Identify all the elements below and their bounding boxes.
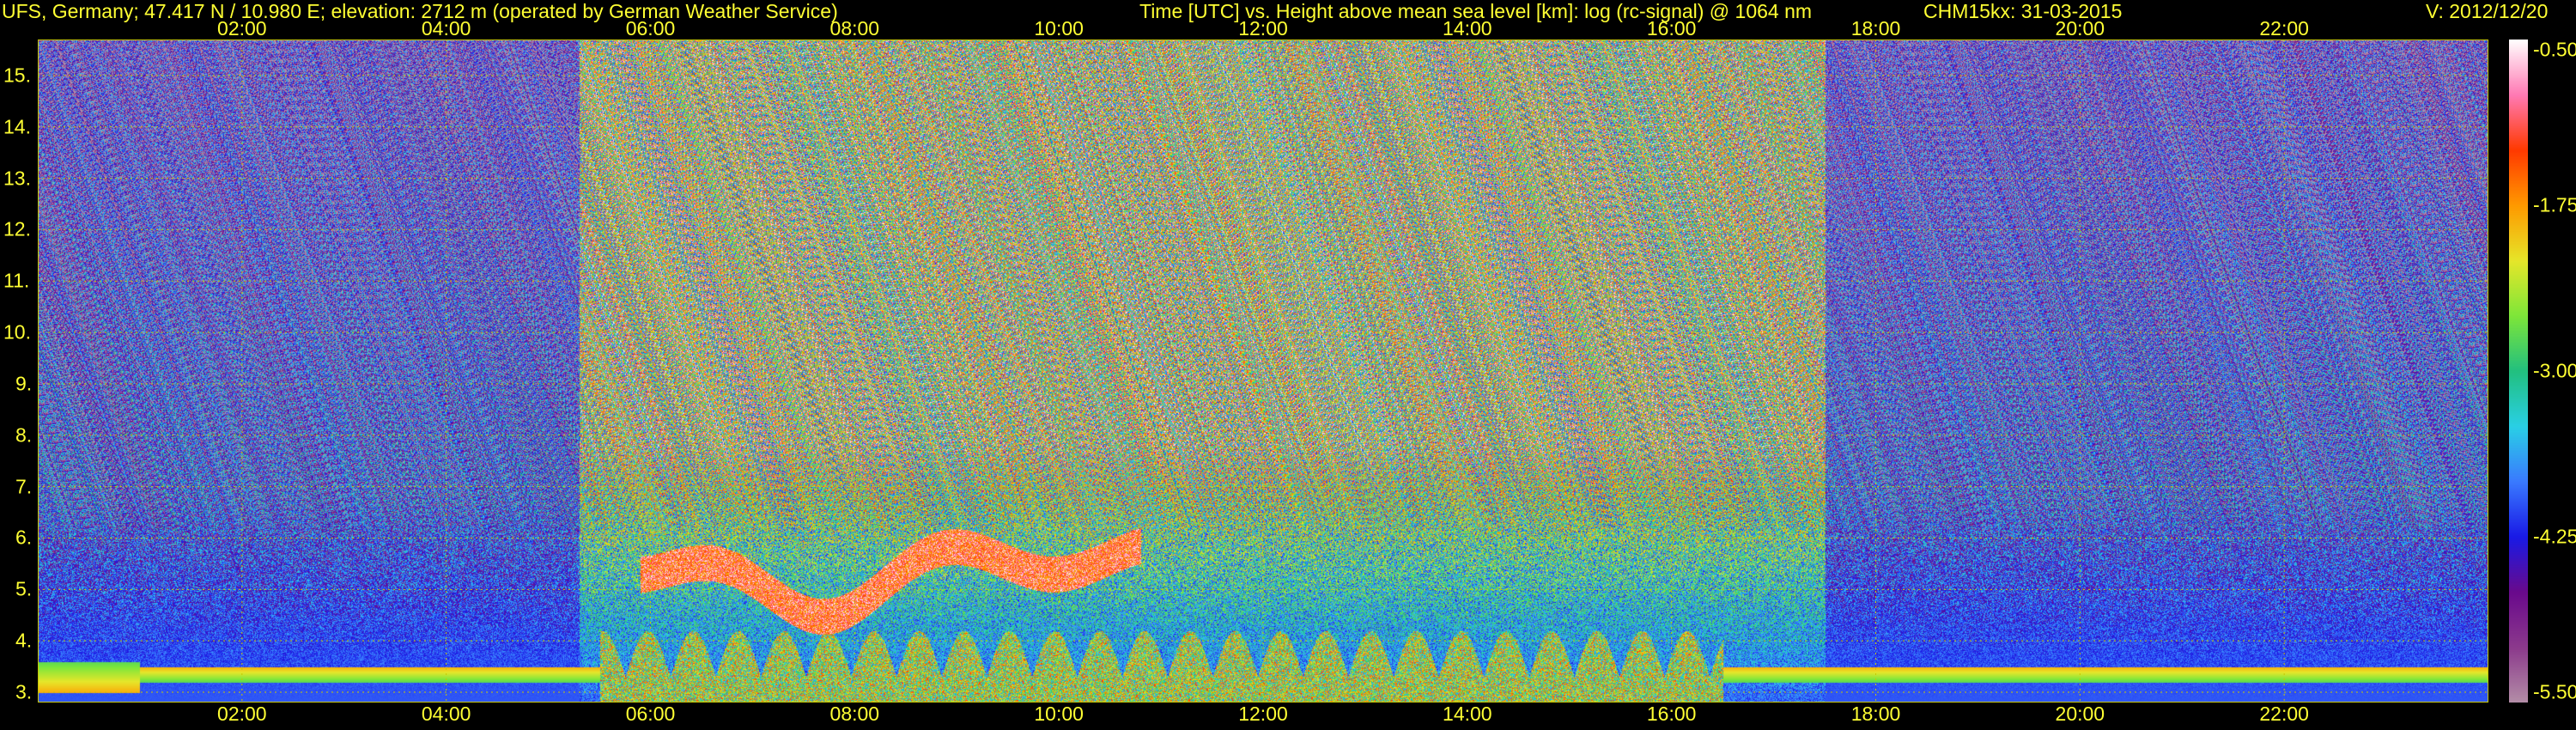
x-tick-label-bot: 04:00 xyxy=(421,703,471,725)
x-tick-label-top: 16:00 xyxy=(1646,17,1697,40)
y-tick-label: 10. xyxy=(3,320,31,344)
x-tick-label-top: 02:00 xyxy=(217,17,267,40)
x-tick-label-top: 18:00 xyxy=(1850,17,1901,40)
y-tick-label: 6. xyxy=(15,526,33,549)
colorbar xyxy=(2509,40,2528,703)
y-tick-label: 15. xyxy=(3,64,31,87)
x-tick-label-bot: 06:00 xyxy=(625,703,676,725)
x-tick-label-bot: 22:00 xyxy=(2259,703,2309,725)
colorbar-tick-label: -5.50 xyxy=(2533,680,2576,703)
station-info: UFS, Germany; 47.417 N / 10.980 E; eleva… xyxy=(2,0,838,22)
x-tick-label-bot: 14:00 xyxy=(1443,703,1492,725)
x-tick-label-top: 20:00 xyxy=(2055,17,2105,40)
y-tick-label: 7. xyxy=(15,475,33,498)
x-tick-label-top: 06:00 xyxy=(625,17,676,40)
x-tick-label-bot: 10:00 xyxy=(1034,703,1084,725)
x-tick-label-top: 04:00 xyxy=(421,17,471,40)
x-tick-label-top: 08:00 xyxy=(829,17,880,40)
plot-grid xyxy=(38,40,2488,703)
colorbar-tick-label: -1.75 xyxy=(2533,193,2576,216)
y-tick-label: 4. xyxy=(15,629,33,652)
x-tick-label-top: 14:00 xyxy=(1443,17,1492,40)
software-version: V: 2012/12/20 xyxy=(2426,0,2549,22)
x-tick-label-top: 10:00 xyxy=(1034,17,1084,40)
y-tick-label: 12. xyxy=(3,217,31,240)
y-tick-label: 3. xyxy=(15,680,33,703)
x-tick-label-bot: 02:00 xyxy=(217,703,267,725)
x-tick-label-bot: 12:00 xyxy=(1238,703,1288,725)
y-tick-label: 8. xyxy=(15,423,33,447)
x-tick-label-top: 12:00 xyxy=(1238,17,1288,40)
x-tick-label-bot: 20:00 xyxy=(2055,703,2105,725)
x-tick-label-bot: 16:00 xyxy=(1646,703,1697,725)
x-tick-label-bot: 18:00 xyxy=(1850,703,1901,725)
y-tick-label: 11. xyxy=(3,269,30,292)
y-tick-label: 14. xyxy=(3,115,31,138)
colorbar-tick-label: -4.25 xyxy=(2533,525,2576,548)
colorbar-tick-label: -3.00 xyxy=(2533,359,2576,382)
x-tick-label-top: 22:00 xyxy=(2259,17,2309,40)
y-tick-label: 13. xyxy=(3,167,31,190)
x-tick-label-bot: 08:00 xyxy=(829,703,880,725)
y-tick-label: 5. xyxy=(15,577,33,600)
colorbar-tick-label: -0.50 xyxy=(2533,38,2576,61)
y-tick-label: 9. xyxy=(15,372,33,395)
